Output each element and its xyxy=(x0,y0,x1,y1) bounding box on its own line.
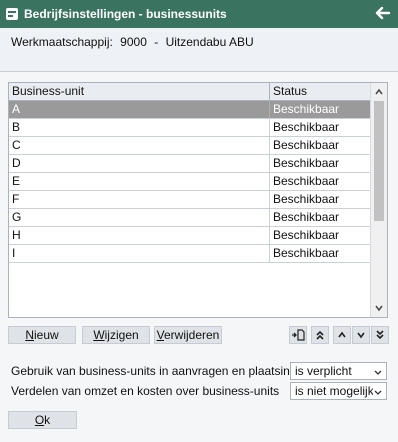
status-cell: Beschikbaar xyxy=(273,210,340,224)
status-cell: Beschikbaar xyxy=(273,138,340,152)
business-unit-cell: H xyxy=(9,227,270,244)
setting-label-distribution: Verdelen van omzet en kosten over busine… xyxy=(11,384,280,398)
status-cell: Beschikbaar xyxy=(273,174,340,188)
table-row[interactable]: C Beschikbaar xyxy=(9,137,371,155)
status-cell: Beschikbaar xyxy=(273,120,340,134)
table-body: A Beschikbaar B Beschikbaar C Beschikbaar D Bes… xyxy=(9,101,371,263)
column-header-status[interactable]: Status xyxy=(270,83,371,101)
usage-select[interactable]: is verplicht xyxy=(290,362,387,380)
window-titlebar: Bedrijfsinstellingen - businessunits xyxy=(0,0,398,28)
distribution-select-value: is niet mogelijk xyxy=(295,384,374,398)
window-title: Bedrijfsinstellingen - businessunits xyxy=(24,7,227,21)
new-button[interactable]: Nieuw xyxy=(8,326,76,344)
settings-app-icon xyxy=(5,7,19,21)
setting-label-usage: Gebruik van business-units in aanvragen … xyxy=(11,364,310,378)
status-cell: Beschikbaar xyxy=(273,228,340,242)
business-units-table: Business-unit Status A Beschikbaar B Beschi… xyxy=(8,82,388,318)
status-cell: Beschikbaar xyxy=(273,246,340,260)
column-header-business-unit[interactable]: Business-unit xyxy=(9,83,270,101)
move-top-icon[interactable] xyxy=(311,326,329,344)
status-cell: Beschikbaar xyxy=(273,156,340,170)
table-header: Business-unit Status xyxy=(9,83,371,101)
move-down-icon[interactable] xyxy=(352,326,370,344)
table-row[interactable]: H Beschikbaar xyxy=(9,227,371,245)
business-unit-cell: I xyxy=(9,245,270,262)
delete-button[interactable]: Verwijderen xyxy=(154,326,222,344)
company-separator: - xyxy=(154,35,159,49)
distribution-select[interactable]: is niet mogelijk xyxy=(290,382,387,400)
usage-select-value: is verplicht xyxy=(295,364,352,378)
business-unit-cell: A xyxy=(9,101,270,118)
business-unit-cell: B xyxy=(9,119,270,136)
scroll-down-icon[interactable] xyxy=(371,300,387,316)
table-row[interactable]: F Beschikbaar xyxy=(9,191,371,209)
company-name: Uitzendabu ABU xyxy=(165,35,254,49)
ok-button[interactable]: Ok xyxy=(8,411,77,429)
company-code: 9000 xyxy=(120,35,147,49)
business-unit-cell: D xyxy=(9,155,270,172)
scrollbar-thumb[interactable] xyxy=(374,101,384,221)
business-unit-cell: E xyxy=(9,173,270,190)
business-unit-cell: F xyxy=(9,191,270,208)
table-row[interactable]: D Beschikbaar xyxy=(9,155,371,173)
business-unit-cell: G xyxy=(9,209,270,226)
table-row[interactable]: A Beschikbaar xyxy=(9,101,371,119)
chevron-down-icon xyxy=(373,386,383,396)
vertical-scrollbar[interactable] xyxy=(370,83,387,317)
company-header: Werkmaatschappij: 9000 - Uitzendabu ABU xyxy=(0,28,398,72)
scroll-up-icon[interactable] xyxy=(371,84,387,100)
table-row[interactable]: B Beschikbaar xyxy=(9,119,371,137)
edit-button[interactable]: Wijzigen xyxy=(82,326,150,344)
move-up-icon[interactable] xyxy=(333,326,351,344)
company-label: Werkmaatschappij: xyxy=(11,35,113,49)
back-arrow-icon[interactable] xyxy=(374,4,392,22)
table-row[interactable]: E Beschikbaar xyxy=(9,173,371,191)
status-cell: Beschikbaar xyxy=(273,192,340,206)
table-row[interactable]: G Beschikbaar xyxy=(9,209,371,227)
move-bottom-icon[interactable] xyxy=(371,326,389,344)
business-unit-cell: C xyxy=(9,137,270,154)
table-row[interactable]: I Beschikbaar xyxy=(9,245,371,263)
export-icon[interactable] xyxy=(289,326,307,344)
status-cell: Beschikbaar xyxy=(273,102,340,116)
chevron-down-icon xyxy=(373,366,383,376)
